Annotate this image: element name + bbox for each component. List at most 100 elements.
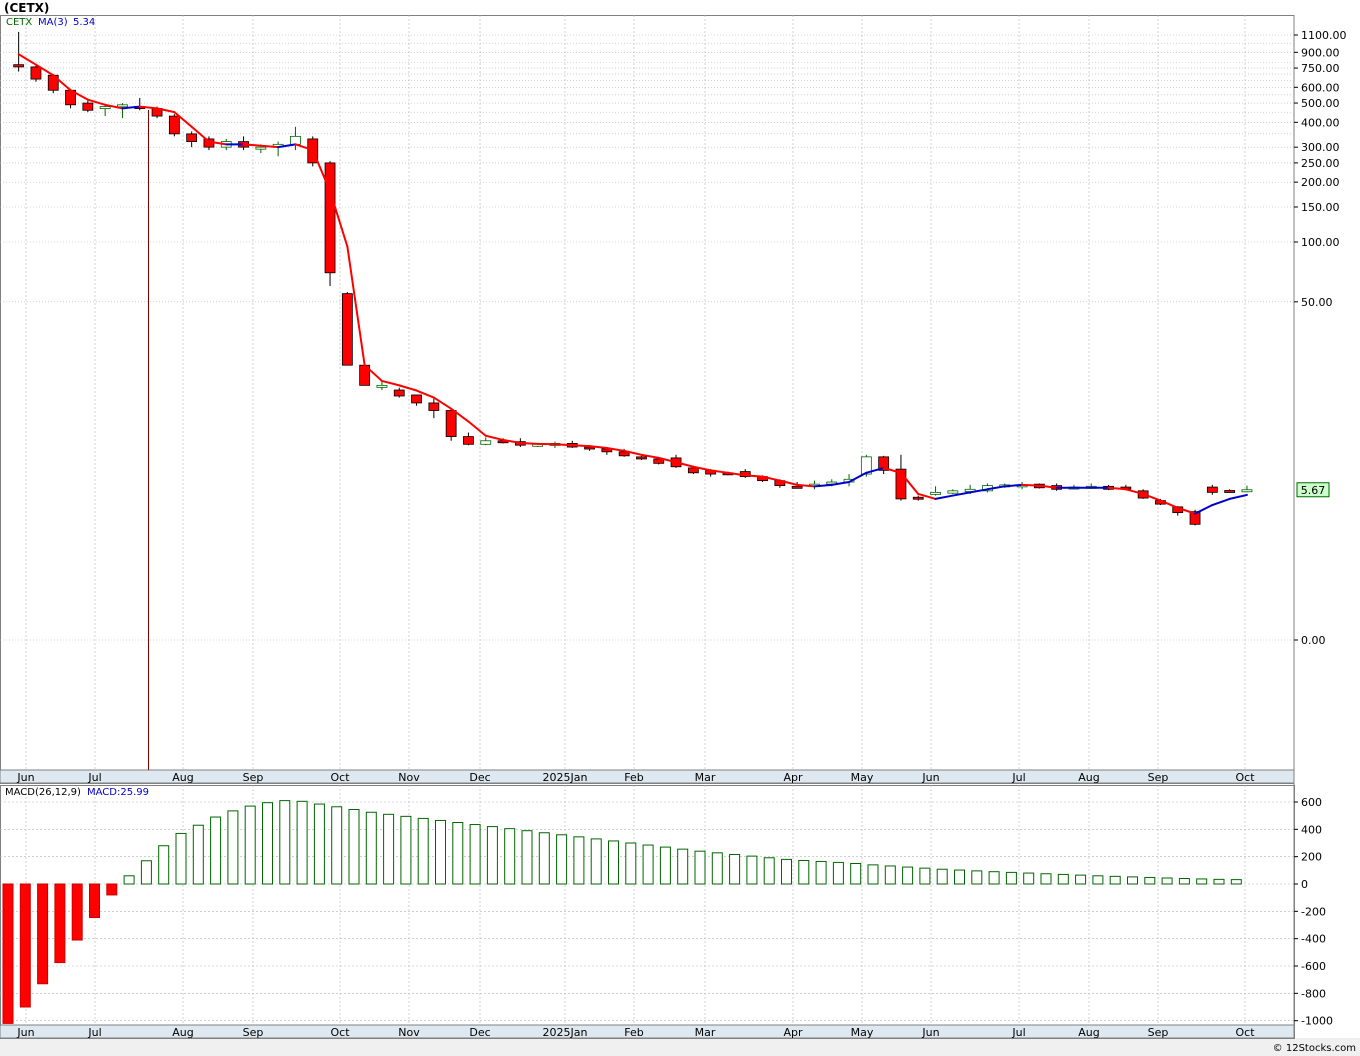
x-tick-label: Aug [172,771,193,784]
candle-down [1206,486,1218,493]
ma-segment [17,53,37,66]
x-tick-label: Sep [243,771,264,784]
ma-segment [242,143,262,147]
macd-bar-positive [452,822,464,885]
macd-tick-label: -200 [1301,905,1326,918]
macd-tick-label: 400 [1301,823,1322,836]
macd-bar-positive [954,869,965,885]
macd-bar-positive [504,828,516,885]
macd-bar-positive [1196,878,1208,885]
candle-up [930,491,941,495]
x-tick-label: Dec [469,771,490,784]
price-tick-label: 900.00 [1301,46,1340,59]
candle-up [117,104,128,108]
macd-bar-positive [608,840,619,885]
candle-up [947,490,959,494]
candle-down [791,485,803,489]
macd-bar-positive [711,852,723,885]
macd-bar-positive [1213,878,1225,885]
macd-bar-negative [54,883,66,964]
candle-up [1241,489,1253,493]
macd-legend-label: MACD(26,12,9) [5,787,81,798]
macd-bar-negative [2,883,14,1024]
price-tick-label: 0.00 [1301,634,1326,647]
candle-down [30,66,42,80]
macd-x-tick-label: May [851,1026,874,1039]
candle-down [341,293,353,366]
macd-bar-positive [192,824,204,885]
macd-bar-positive [781,858,792,885]
price-tick-label: 200.00 [1301,176,1340,189]
candle-down [687,467,699,474]
macd-x-tick-label: Aug [1078,1026,1099,1039]
price-tick-label: 400.00 [1301,116,1340,129]
x-tick-label: 2025Jan [543,771,588,784]
ma-segment [1194,504,1214,515]
macd-x-axis-strip [0,1024,1295,1039]
x-tick-label: Feb [624,771,643,784]
macd-bar-positive [296,800,308,885]
macd-bar-positive [1075,874,1087,885]
candle-down [324,162,336,274]
macd-bar-positive [936,868,948,885]
ma-segment [1021,483,1041,487]
macd-panel: Jun Jul Aug Sep Oct Nov Dec 2025Jan Feb Mar Apr May… [0,785,1333,1039]
price-tick-label: 750.00 [1301,62,1340,75]
price-tick-label: 150.00 [1301,201,1340,214]
macd-bar-positive [158,845,170,885]
price-tick-label: 1100.00 [1301,29,1347,42]
macd-x-tick-label: 2025Jan [543,1026,588,1039]
macd-x-tick-label: Nov [398,1026,420,1039]
candle-up [255,146,267,150]
macd-x-tick-label: Jun [921,1026,939,1039]
macd-bar-positive [175,832,187,885]
macd-bar-positive [573,836,585,885]
x-tick-label: Jun [16,771,34,784]
macd-bar-positive [659,846,671,885]
macd-x-tick-label: Jul [1011,1026,1025,1039]
macd-bar-positive [694,850,706,885]
macd-bar-positive [832,861,844,885]
x-tick-label: Jun [921,771,939,784]
price-tick-label: 600.00 [1301,81,1340,94]
price-x-axis-strip [0,769,1295,784]
macd-bar-negative [106,883,118,896]
ma-segment [484,434,505,441]
ma-segment [744,474,764,478]
candle-down [1224,490,1236,493]
macd-bar-positive [798,859,810,885]
macd-tick-label: -800 [1301,987,1326,1000]
macd-x-tick-label: Oct [1235,1026,1255,1039]
candle-down [82,102,94,111]
macd-bar-positive [400,815,412,885]
price-tick-label: 250.00 [1301,157,1340,170]
macd-x-tick-label: Apr [783,1026,803,1039]
macd-bar-positive [348,809,360,885]
macd-bar-positive [919,867,931,885]
macd-bar-positive [383,813,395,885]
macd-bar-positive [313,803,325,885]
candle-up [480,440,492,445]
candle-down [393,389,405,397]
ma-segment [934,494,954,500]
ma-segment [553,443,574,447]
macd-bar-positive [365,811,377,885]
macd-tick-label: -400 [1301,933,1326,946]
macd-bar-positive [763,857,775,885]
candle-down [912,496,924,500]
macd-frame [0,785,1295,1039]
macd-bar-positive [244,805,256,885]
macd-bar-negative [37,883,49,985]
macd-x-tick-label: Jun [16,1026,34,1039]
chart-canvas: 1100.00 900.00 750.00 600.00 500.00 400.00 300… [0,1,1360,1056]
price-panel: 1100.00 900.00 750.00 600.00 500.00 400.00 300… [0,15,1360,1056]
price-frame [0,15,1295,784]
macd-tick-label: 200 [1301,851,1322,864]
price-tick-label: 50.00 [1301,296,1333,309]
macd-bar-positive [1144,876,1156,885]
footer-bar [0,1038,1360,1056]
macd-bar-positive [1040,873,1052,885]
ma-segment [1228,493,1248,500]
ma-segment [380,379,401,387]
macd-bar-positive [140,860,152,885]
